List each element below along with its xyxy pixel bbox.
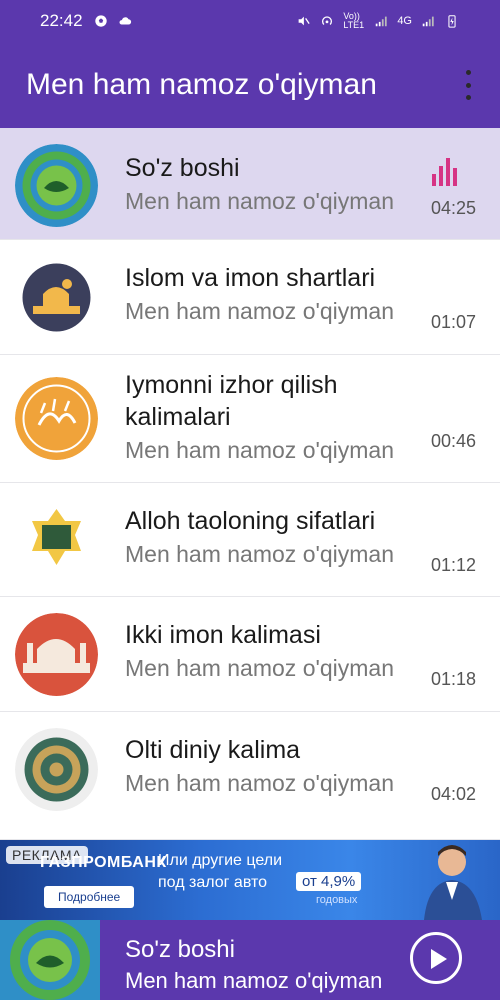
ad-brand: ГАЗПРОМБАНК xyxy=(40,854,167,871)
track-duration: 01:07 xyxy=(430,312,476,332)
football-icon xyxy=(94,15,107,27)
track-duration: 04:25 xyxy=(430,198,476,218)
track-thumbnail xyxy=(15,613,98,696)
signal-icon xyxy=(422,16,434,27)
list-item[interactable]: Islom va imon shartlari Men ham namoz o'… xyxy=(0,240,500,355)
list-item[interactable]: Alloh taoloning sifatlari Men ham namoz … xyxy=(0,483,500,597)
track-duration: 01:12 xyxy=(430,555,476,575)
ad-banner[interactable]: РЕКЛАМА ГАЗПРОМБАНК Подробнее Или другие… xyxy=(0,840,500,920)
signal-icon xyxy=(376,16,387,27)
track-subtitle: Men ham namoz o'qiyman xyxy=(125,437,395,463)
ad-line-2: под залог авто xyxy=(158,874,268,891)
track-thumbnail xyxy=(15,728,98,811)
hotspot-icon xyxy=(322,16,333,25)
ad-person-image xyxy=(424,845,482,920)
list-item[interactable]: Olti diniy kalima Men ham namoz o'qiyman… xyxy=(0,712,500,840)
play-icon xyxy=(431,949,447,969)
volte-label: Vo)) LTE1 xyxy=(343,11,365,30)
track-list: So'z boshi Men ham namoz o'qiyman 04:25 … xyxy=(0,128,500,840)
track-thumbnail xyxy=(15,499,98,582)
equalizer-icon xyxy=(432,158,457,186)
track-subtitle: Men ham namoz o'qiyman xyxy=(125,770,395,796)
track-thumbnail xyxy=(15,144,98,227)
track-title: Alloh taoloning sifatlari xyxy=(125,507,376,535)
list-item[interactable]: Ikki imon kalimasi Men ham namoz o'qiyma… xyxy=(0,597,500,712)
app-bar: Men ham namoz o'qiyman xyxy=(0,42,500,128)
status-time: 22:42 xyxy=(40,11,83,30)
play-button[interactable] xyxy=(410,932,462,984)
track-subtitle: Men ham namoz o'qiyman xyxy=(125,298,395,324)
cloud-icon xyxy=(119,17,131,25)
list-item[interactable]: Iymonni izhor qilish kalimalari Men ham … xyxy=(0,355,500,483)
track-subtitle: Men ham namoz o'qiyman xyxy=(125,541,395,567)
track-subtitle: Men ham namoz o'qiyman xyxy=(125,188,395,214)
now-playing-subtitle: Men ham namoz o'qiyman xyxy=(125,968,383,993)
now-playing-thumbnail xyxy=(0,920,100,1000)
track-title: Iymonni izhor qilish kalimalari xyxy=(125,371,338,431)
more-vert-icon[interactable] xyxy=(462,70,474,100)
list-item[interactable]: So'z boshi Men ham namoz o'qiyman 04:25 xyxy=(0,128,500,240)
now-playing-bar[interactable]: So'z boshi Men ham namoz o'qiyman xyxy=(0,920,500,1000)
track-thumbnail xyxy=(15,256,98,339)
track-title: So'z boshi xyxy=(125,154,240,182)
ad-more-button[interactable]: Подробнее xyxy=(44,886,135,908)
track-title: Ikki imon kalimasi xyxy=(125,621,321,649)
app-title: Men ham namoz o'qiyman xyxy=(26,68,377,101)
track-duration: 01:18 xyxy=(430,669,476,689)
track-duration: 04:02 xyxy=(430,784,476,804)
now-playing-title: So'z boshi xyxy=(125,936,235,963)
mute-icon xyxy=(298,16,310,26)
ad-line-1: Или другие цели xyxy=(158,852,283,869)
battery-charging-icon xyxy=(448,15,456,28)
ad-rate: от 4,9% xyxy=(296,872,362,891)
track-subtitle: Men ham namoz o'qiyman xyxy=(125,655,395,681)
track-duration: 00:46 xyxy=(430,431,476,451)
track-thumbnail xyxy=(15,377,98,460)
network-label: 4G xyxy=(397,15,412,27)
track-title: Olti diniy kalima xyxy=(125,736,301,764)
status-bar: 22:42 Vo)) LTE1 4G xyxy=(0,0,500,42)
ad-years: годовых xyxy=(316,894,358,906)
track-title: Islom va imon shartlari xyxy=(125,264,376,292)
